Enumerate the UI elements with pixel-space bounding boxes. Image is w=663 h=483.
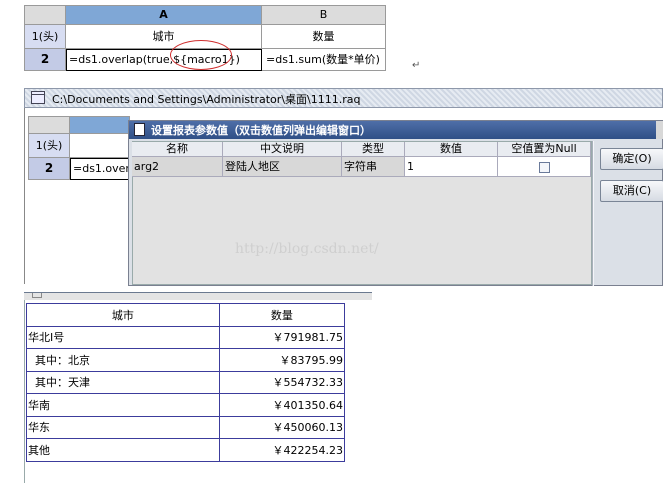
header-qty: 数量 [218,303,346,327]
city-cell: 其他 [26,438,220,462]
city-cell: 华北I号 [26,325,220,349]
watermark: http://blog.csdn.net/ [235,241,379,257]
param-type-cell[interactable]: 字符串 [342,157,405,177]
table-row: 华南 ￥401350.64 [26,393,346,417]
return-mark: ↵ [412,60,421,71]
window-title: C:\Documents and Settings\Administrator\… [52,93,361,106]
city-cell: 华南 [26,393,220,417]
result-toolbar [24,292,372,300]
col-type-header[interactable]: 类型 [342,142,405,157]
city-cell: 华东 [26,415,220,439]
grid-corner[interactable] [24,5,66,25]
col-name-header[interactable]: 名称 [132,142,223,157]
annotation-circle [170,40,232,70]
table-row: 其中：天津 ￥554732.33 [26,370,346,394]
table-row: 华东 ￥450060.13 [26,415,346,439]
cell-a1[interactable] [70,134,130,158]
qty-cell: ￥422254.23 [218,438,346,462]
param-value-cell[interactable]: 1 [405,157,498,177]
qty-cell: ￥450060.13 [218,415,346,439]
cell-a2[interactable]: =ds1.overlap(true,${macro1}) [66,49,262,71]
col-value-header[interactable]: 数值 [405,142,498,157]
column-header-a[interactable] [70,116,130,134]
result-table: 城市 数量 华北I号 ￥791981.75 其中：北京 ￥83795.99 其中… [26,303,346,462]
table-row: 其他 ￥422254.23 [26,438,346,462]
row-header-2[interactable]: 2 [24,49,66,71]
param-desc-cell[interactable]: 登陆人地区 [223,157,342,177]
table-header-row: 城市 数量 [26,303,346,327]
col-null-header[interactable]: 空值置为Null [498,142,591,157]
city-cell: 其中：天津 [26,370,220,394]
header-city: 城市 [26,303,220,327]
cancel-button[interactable]: 取消(C) [600,180,663,202]
qty-cell: ￥83795.99 [218,348,346,372]
param-name-cell[interactable]: arg2 [132,157,223,177]
column-header-a[interactable]: A [66,5,262,25]
grid-corner[interactable] [28,116,70,134]
cell-a2[interactable]: =ds1.overl [70,158,130,180]
city-cell: 其中：北京 [26,348,220,372]
result-left-border [24,300,25,483]
qty-cell: ￥791981.75 [218,325,346,349]
cell-a1[interactable]: 城市 [66,25,262,49]
qty-cell: ￥401350.64 [218,393,346,417]
close-icon[interactable] [656,121,663,139]
divider [592,141,594,286]
table-row: 华北I号 ￥791981.75 [26,325,346,349]
column-header-b[interactable]: B [262,5,386,25]
table-row: 其中：北京 ￥83795.99 [26,348,346,372]
cell-b2[interactable]: =ds1.sum(数量*单价) [262,49,386,71]
ok-button[interactable]: 确定(O) [600,148,663,170]
qty-cell: ￥554732.33 [218,370,346,394]
row-header-1[interactable]: 1(头) [28,134,70,158]
cell-b1[interactable]: 数量 [262,25,386,49]
null-checkbox[interactable] [539,162,550,173]
row-header-1[interactable]: 1(头) [24,25,66,49]
report-icon [134,123,145,136]
window-icon [31,91,45,104]
dialog-title: 设置报表参数值（双击数值列弹出编辑窗口） [151,124,371,137]
col-desc-header[interactable]: 中文说明 [223,142,342,157]
row-header-2[interactable]: 2 [28,158,70,180]
